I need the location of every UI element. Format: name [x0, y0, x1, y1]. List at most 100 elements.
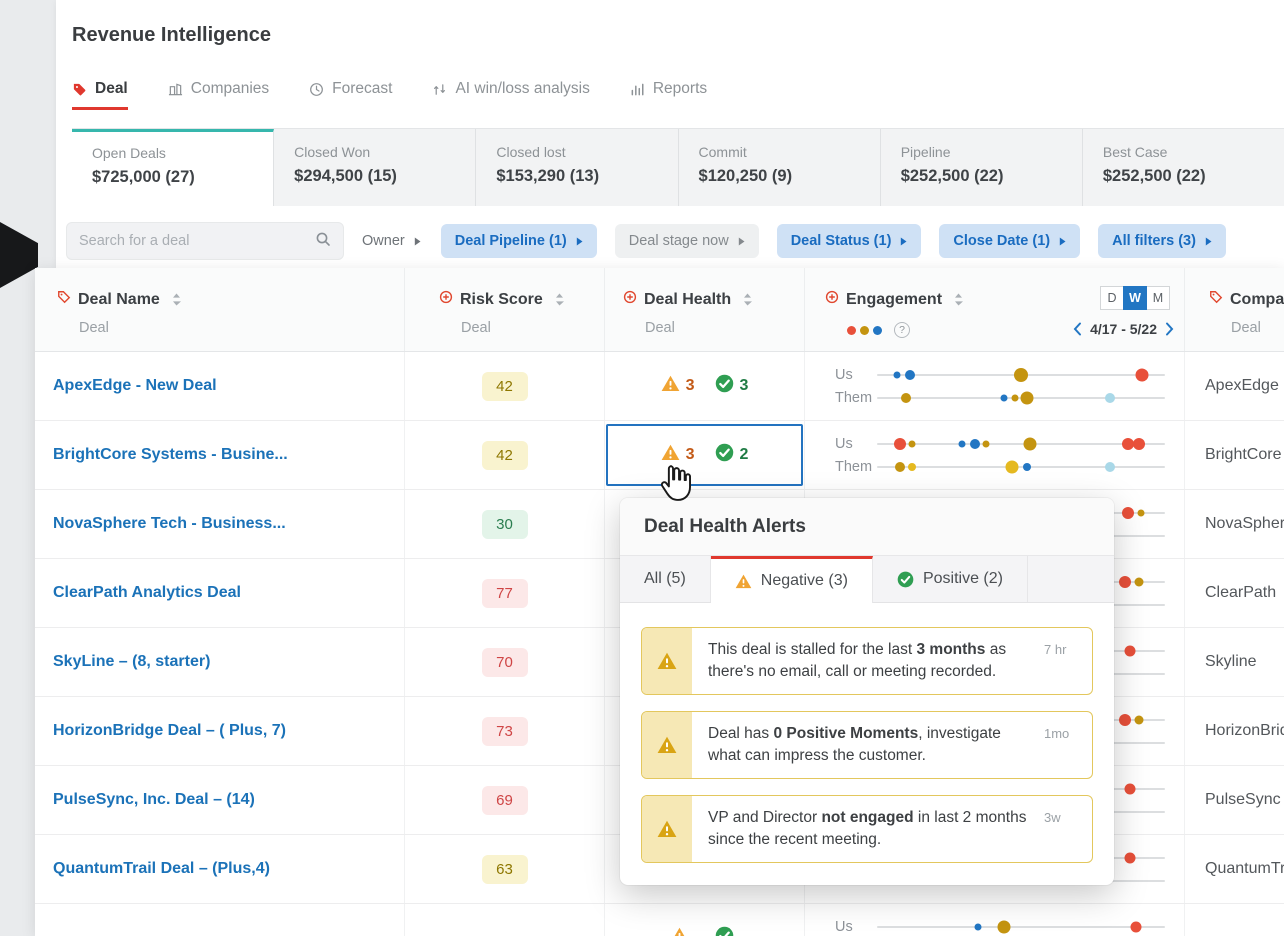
search-input[interactable]: [79, 233, 315, 249]
deal-health-cell[interactable]: 32: [605, 421, 805, 489]
tab-deal[interactable]: Deal: [72, 80, 128, 110]
engagement-dot-red[interactable]: [1124, 852, 1136, 863]
sort-icon[interactable]: [555, 293, 564, 306]
engagement-dot-red[interactable]: [1121, 506, 1134, 519]
chevron-right-icon[interactable]: [1165, 322, 1174, 336]
table-header: Deal Name Deal Risk Score Deal Deal Heal…: [35, 268, 1284, 352]
filter-all-filters-3[interactable]: All filters (3): [1098, 224, 1226, 258]
alert-card[interactable]: Deal has 0 Positive Moments, investigate…: [641, 711, 1093, 779]
col-company[interactable]: Company Deal: [1185, 268, 1284, 351]
engagement-dot-blue[interactable]: [905, 369, 916, 380]
engagement-dot-blue[interactable]: [1000, 394, 1008, 401]
sort-icon[interactable]: [172, 293, 181, 306]
col-subtitle: Deal: [1231, 320, 1261, 336]
deal-health-cell[interactable]: 33: [605, 352, 805, 420]
col-deal-health[interactable]: Deal Health Deal: [605, 268, 805, 351]
summary-card-open-deals[interactable]: Open Deals $725,000 (27): [72, 129, 275, 206]
filter-deal-pipeline-1[interactable]: Deal Pipeline (1): [440, 224, 597, 258]
filter-deal-status-1[interactable]: Deal Status (1): [776, 224, 922, 258]
toggle-m[interactable]: M: [1146, 286, 1170, 310]
engagement-dot-red[interactable]: [1124, 645, 1136, 656]
engagement-dot-red[interactable]: [1118, 575, 1131, 588]
deal-health-cell[interactable]: [605, 904, 805, 936]
alert-card[interactable]: VP and Director not engaged in last 2 mo…: [641, 795, 1093, 863]
summary-card-closed-lost[interactable]: Closed lost $153,290 (13): [476, 129, 679, 206]
engagement-dot-blue[interactable]: [958, 440, 966, 447]
engagement-dot-blue[interactable]: [974, 923, 982, 930]
engagement-timeline: [877, 391, 1165, 404]
chevron-left-icon[interactable]: [1073, 322, 1082, 336]
engagement-dot-lightblue[interactable]: [1105, 392, 1116, 403]
legend-dot-blue: [873, 325, 882, 335]
toggle-w[interactable]: W: [1123, 286, 1147, 310]
engagement-dot-red[interactable]: [1121, 437, 1134, 450]
col-risk-score[interactable]: Risk Score Deal: [405, 268, 605, 351]
engagement-dot-lightblue[interactable]: [1105, 461, 1116, 472]
tab-ai-win-loss-analysis[interactable]: AI win/loss analysis: [432, 80, 590, 110]
engagement-dot-olive[interactable]: [1134, 715, 1144, 724]
engagement-dot-olive[interactable]: [1014, 367, 1028, 382]
engagement-dot-blue[interactable]: [893, 371, 901, 378]
deal-name-link[interactable]: QuantumTrail Deal – (Plus,4): [35, 860, 270, 878]
filter-label: Deal stage now: [628, 233, 729, 249]
deal-name-link[interactable]: BrightCore Systems - Busine...: [35, 446, 288, 464]
engagement-dot-red[interactable]: [1135, 368, 1149, 381]
date-range: 4/17 - 5/22: [1090, 321, 1157, 337]
tab-forecast[interactable]: Forecast: [309, 80, 392, 110]
toggle-d[interactable]: D: [1100, 286, 1124, 310]
engagement-dot-olive[interactable]: [1023, 437, 1037, 450]
summary-card-closed-won[interactable]: Closed Won $294,500 (15): [274, 129, 477, 206]
engagement-dot-olive[interactable]: [1011, 394, 1019, 401]
summary-card-commit[interactable]: Commit $120,250 (9): [678, 129, 881, 206]
filter-deal-stage-now[interactable]: Deal stage now: [614, 224, 759, 258]
deal-name-link[interactable]: SkyLine – (8, starter): [35, 653, 210, 671]
engagement-dot-red[interactable]: [1133, 437, 1146, 450]
table-row: ApexEdge - New Deal 42 3 3 Us Them ApexEdge: [35, 352, 1284, 421]
engagement-dot-olive[interactable]: [997, 920, 1011, 933]
engagement-dot-red[interactable]: [1130, 921, 1142, 932]
engagement-dot-red[interactable]: [894, 437, 907, 450]
engagement-dot-olive[interactable]: [1134, 577, 1144, 586]
deal-name-link[interactable]: HorizonBridge Deal – ( Plus, 7): [35, 722, 286, 740]
engagement-dot-red[interactable]: [1124, 783, 1136, 794]
risk-score-badge: 63: [481, 854, 528, 884]
risk-score-cell: 63: [405, 835, 605, 903]
engagement-dot-olive[interactable]: [1137, 509, 1145, 516]
deal-name-link[interactable]: ClearPath Analytics Deal: [35, 584, 241, 602]
engagement-dot-blue[interactable]: [969, 438, 980, 449]
popup-tab-negative-3[interactable]: Negative (3): [710, 556, 873, 603]
engagement-dot-olive[interactable]: [908, 440, 916, 447]
deal-name-link[interactable]: PulseSync, Inc. Deal – (14): [35, 791, 255, 809]
engagement-dot-olive[interactable]: [1020, 391, 1034, 404]
caret-right-icon: [414, 237, 421, 246]
popup-tab-positive-2[interactable]: Positive (2): [873, 556, 1028, 602]
popup-tab-all-5[interactable]: All (5): [620, 556, 711, 602]
deal-name-link[interactable]: ApexEdge - New Deal: [35, 377, 217, 395]
sort-icon[interactable]: [743, 293, 753, 306]
help-icon[interactable]: ?: [894, 322, 910, 338]
engagement-dot-red[interactable]: [1118, 713, 1131, 726]
alert-card[interactable]: This deal is stalled for the last 3 mont…: [641, 627, 1093, 695]
engagement-dot-yellow[interactable]: [1005, 460, 1019, 473]
filter-close-date-1[interactable]: Close Date (1): [939, 224, 1081, 258]
col-engagement[interactable]: Engagement ? DWM 4/17 - 5/22: [805, 268, 1185, 351]
summary-card-pipeline[interactable]: Pipeline $252,500 (22): [880, 129, 1083, 206]
risk-score-cell: 42: [405, 421, 605, 489]
engagement-dot-olive[interactable]: [982, 440, 990, 447]
company-name: PulseSync: [1205, 791, 1281, 808]
engagement-dot-yellow[interactable]: [907, 462, 916, 471]
tab-companies[interactable]: Companies: [168, 80, 269, 110]
eng-label-us: Us: [835, 366, 853, 383]
col-deal-name[interactable]: Deal Name Deal: [35, 268, 405, 351]
sort-icon[interactable]: [954, 293, 964, 306]
filter-owner[interactable]: Owner: [360, 224, 423, 258]
filter-chips: Owner Deal Pipeline (1) Deal stage now Deal…: [360, 224, 1226, 258]
tab-reports[interactable]: Reports: [630, 80, 707, 110]
risk-score-badge: 73: [481, 716, 528, 746]
engagement-dot-olive[interactable]: [900, 392, 911, 403]
engagement-dot-blue[interactable]: [1022, 462, 1031, 471]
search-box[interactable]: [66, 222, 344, 260]
engagement-dot-olive[interactable]: [895, 461, 906, 472]
summary-card-best-case[interactable]: Best Case $252,500 (22): [1082, 129, 1284, 206]
deal-name-link[interactable]: NovaSphere Tech - Business...: [35, 515, 286, 533]
